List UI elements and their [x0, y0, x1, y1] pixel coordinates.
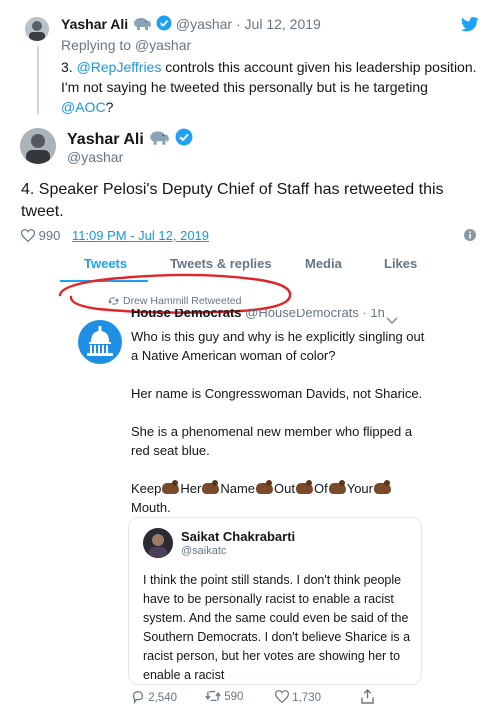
clap-word: Your: [346, 481, 373, 496]
clap-hand-icon: [256, 480, 274, 494]
clap-word: Mouth.: [131, 500, 171, 515]
clap-word: Her: [180, 481, 202, 496]
clap-hand-icon: [162, 480, 180, 494]
quote-author-handle[interactable]: @saikatc: [181, 545, 226, 557]
embedded-para-2: Her name is Congresswoman Davids, not Sh…: [131, 386, 423, 401]
clap-hand-icon: [328, 480, 346, 494]
retweet-action[interactable]: 590: [205, 690, 243, 705]
house-democrats-avatar[interactable]: [78, 320, 122, 364]
clap-word: Name: [220, 481, 256, 496]
embedded-para-3: She is a phenomenal new member who flipp…: [131, 424, 413, 458]
embedded-action-bar: 2,540 590 1,730: [131, 689, 431, 708]
quote-author-avatar[interactable]: [143, 528, 173, 558]
embedded-author-line: House Democrats @HouseDemocrats · 1h: [131, 309, 385, 319]
quote-author-name[interactable]: Saikat Chakrabarti: [181, 529, 295, 544]
retweet-count: 590: [224, 691, 244, 703]
like-count: 1,730: [292, 692, 321, 704]
like-action[interactable]: 1,730: [274, 690, 321, 706]
capitol-icon: [87, 326, 113, 356]
share-icon[interactable]: [361, 689, 374, 707]
clap-word: Of: [313, 481, 328, 496]
embedded-author-name[interactable]: House Democrats: [131, 309, 242, 319]
clap-hand-icon: [202, 480, 220, 494]
heart-icon: [274, 690, 290, 706]
reply-count: 2,540: [148, 692, 177, 704]
embedded-author-handle[interactable]: @HouseDemocrats · 1h: [245, 309, 385, 319]
clap-word: Keep: [131, 481, 162, 496]
quote-text: I think the point still stands. I don't …: [143, 573, 411, 682]
embedded-tweet-body: Who is this guy and why is he explicitly…: [131, 327, 431, 517]
embedded-clap-line: Keep Her Name Out Of Your Mouth.: [131, 479, 431, 517]
retweet-icon: [205, 690, 221, 705]
clap-word: Out: [274, 481, 295, 496]
embedded-para-1: Who is this guy and why is he explicitly…: [131, 329, 425, 363]
reply-action[interactable]: 2,540: [131, 690, 177, 707]
quoted-tweet-card[interactable]: Saikat Chakrabarti @saikatc I think the …: [128, 517, 422, 685]
clap-hand-icon: [374, 480, 391, 494]
clap-hand-icon: [295, 480, 313, 494]
reply-icon: [131, 690, 145, 707]
